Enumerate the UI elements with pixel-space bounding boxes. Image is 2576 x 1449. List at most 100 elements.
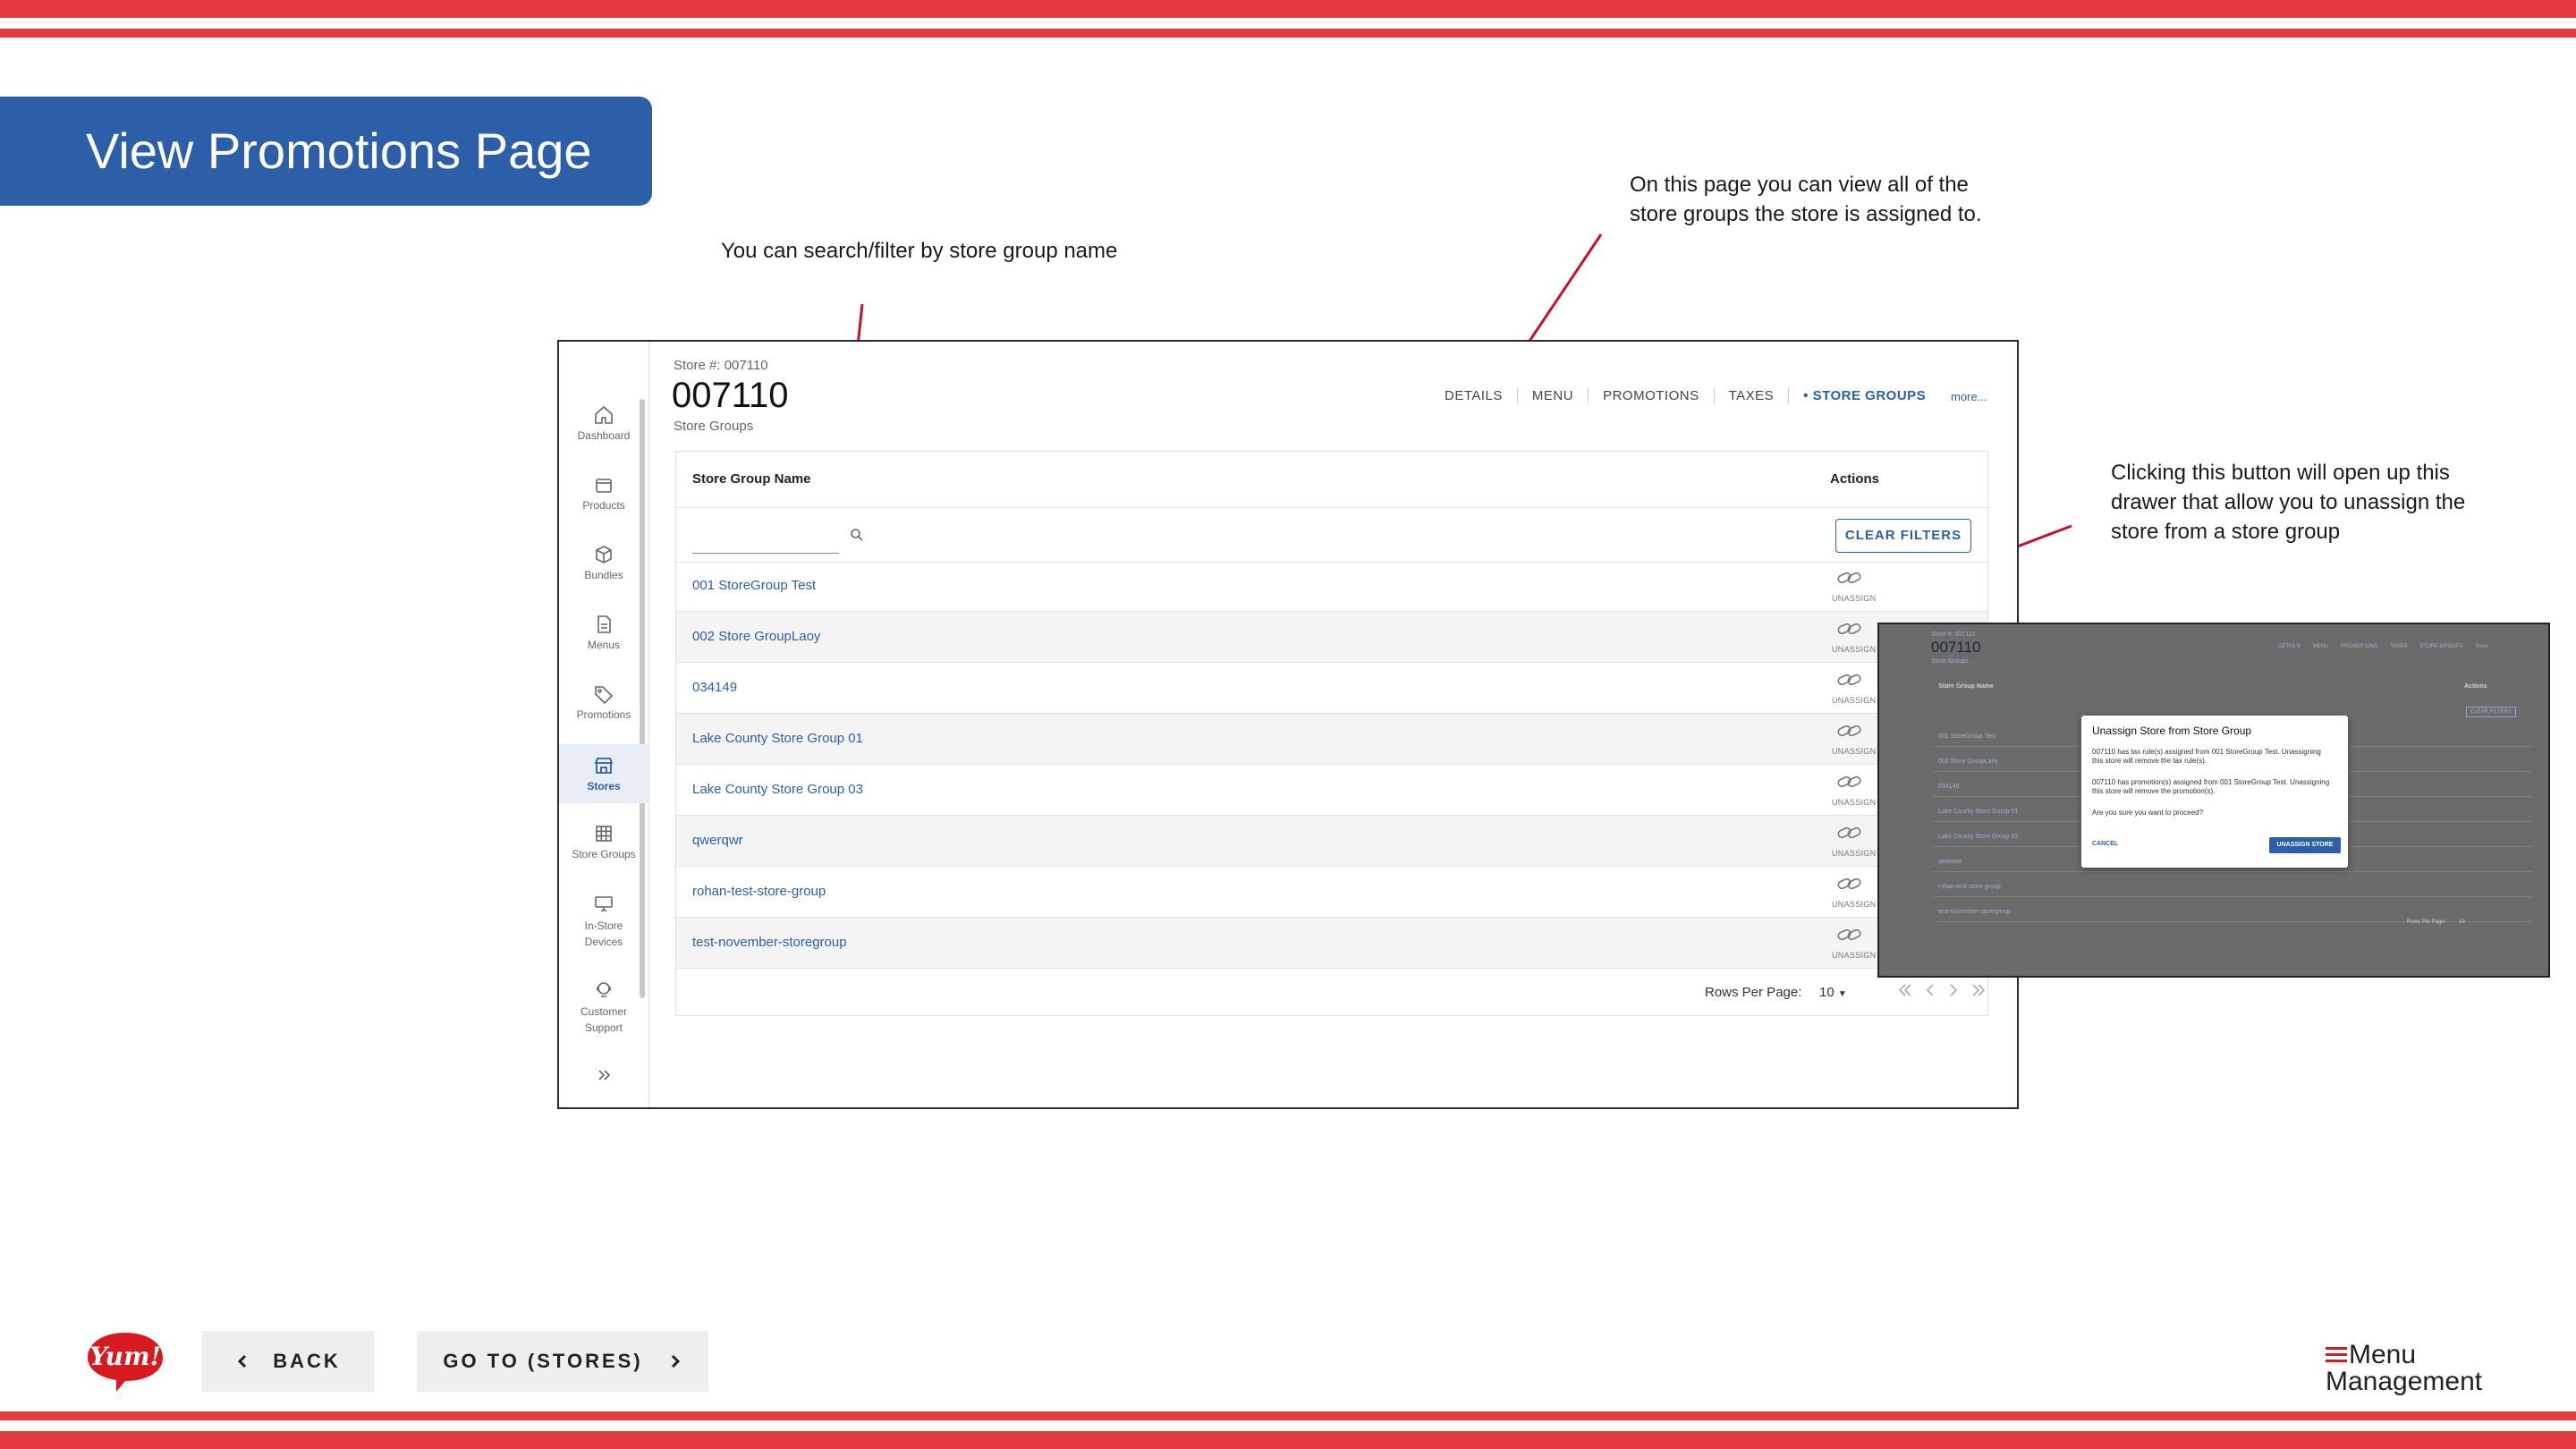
more-tabs-link[interactable]: more... [1951,390,1987,403]
sidebar-item-label: Customer Support [580,1005,627,1034]
store-group-link[interactable]: rohan-test-store-group [692,884,826,899]
modal-row-divider [1933,896,2532,897]
store-tabs: DETAILS MENU PROMOTIONS TAXES • STORE GR… [1430,388,1940,403]
column-header-actions: Actions [1830,471,1880,487]
modal-column-header: Store Group Name [1938,683,1994,690]
go-to-stores-button[interactable]: GO TO (STORES) [417,1331,708,1392]
double-chevron-right-icon [598,1070,611,1080]
sidebar-item-customer-support[interactable]: Customer Support [559,979,648,1036]
go-to-stores-label: GO TO (STORES) [443,1350,643,1372]
table-row: test-november-storegroup UNASSIGN [676,918,1987,969]
store-group-link[interactable]: 001 StoreGroup Test [692,578,816,593]
pagination-nav [1896,981,1987,999]
modal-row-divider [1933,871,2532,872]
store-group-link[interactable]: qwerqwr [692,833,743,848]
unassign-button[interactable]: UNASSIGN [1832,823,1877,858]
unassign-label: UNASSIGN [1832,849,1877,858]
page-title: 007110 [672,376,789,415]
unassign-button[interactable]: UNASSIGN [1832,721,1877,756]
box-icon [596,479,612,493]
last-page-icon[interactable] [1970,981,1987,999]
clear-filters-button[interactable]: CLEAR FILTERS [1835,519,1971,553]
unassign-button[interactable]: UNASSIGN [1832,772,1877,807]
monitor-icon [595,896,613,911]
sidebar-item-menus[interactable]: Menus [559,614,648,651]
dialog-paragraph-2: 007110 has promotion(s) assigned from 00… [2092,778,2330,795]
modal-row-name: 002 Store GroupLaoy [1938,758,1998,765]
sidebar-item-dashboard[interactable]: Dashboard [559,404,648,442]
modal-row-name: qwerqwr [1938,859,1962,865]
menu-management-logo: Menu Management [2326,1342,2482,1395]
back-button-label: BACK [273,1350,341,1372]
dialog-title: Unassign Store from Store Group [2092,724,2252,737]
store-group-link[interactable]: test-november-storegroup [692,935,847,950]
tag-icon [595,686,614,705]
next-page-icon[interactable] [1946,981,1961,999]
modal-tab: TAXES [2390,644,2408,649]
column-header-store-group-name: Store Group Name [692,471,811,487]
tab-details[interactable]: DETAILS [1430,388,1518,403]
grid-icon [596,826,612,842]
sidebar-item-store-groups[interactable]: Store Groups [559,823,648,860]
store-number-label: Store #: 007110 [674,358,768,373]
unassign-label: UNASSIGN [1832,747,1877,756]
chevron-right-icon [671,1354,680,1368]
storefront-icon [594,758,614,774]
sidebar-item-in-store-devices[interactable]: In-Store Devices [559,893,648,950]
store-group-name-filter-input[interactable] [692,533,839,554]
store-group-link[interactable]: 034149 [692,680,737,695]
unassign-button[interactable]: UNASSIGN [1832,925,1876,960]
modal-store-num: Store #: 007110 [1931,631,1976,638]
sidebar-item-label: Menus [587,639,621,651]
store-group-link[interactable]: 002 Store GroupLaoy [692,629,820,644]
sidebar-item-label: Bundles [584,569,623,581]
store-group-link[interactable]: Lake County Store Group 01 [692,731,863,746]
unassign-button[interactable]: UNASSIGN [1832,670,1876,705]
link-icon [1837,826,1861,839]
sidebar-item-promotions[interactable]: Promotions [559,683,648,721]
store-group-link[interactable]: Lake County Store Group 03 [692,782,863,797]
unassign-label: UNASSIGN [1832,594,1877,603]
modal-actions-header: Actions [2464,683,2487,690]
pagination: Rows Per Page: 10 ▼ [676,969,1987,1013]
table-row: Lake County Store Group 03 UNASSIGN [676,765,1987,816]
link-icon [1837,877,1861,890]
unassign-button[interactable]: UNASSIGN [1832,619,1876,654]
sidebar-item-label: Store Groups [572,848,636,860]
document-icon [597,615,611,633]
sidebar-item-label: Products [582,499,625,512]
chevron-left-icon [238,1354,247,1368]
cube-icon [596,546,612,564]
tab-taxes[interactable]: TAXES [1715,388,1790,403]
modal-row-name: Lake County Store Group 03 [1938,834,2019,840]
filter-row: CLEAR FILTERS [676,507,1987,563]
unassign-button[interactable]: UNASSIGN [1832,874,1876,909]
sidebar-item-bundles[interactable]: Bundles [559,544,648,581]
store-groups-table: Store Group Name Actions CLEAR FILTERS 0… [675,451,1988,1016]
first-page-icon[interactable] [1896,981,1914,999]
dialog-cancel-button[interactable]: CANCEL [2092,841,2118,847]
logo-line-1: Menu [2349,1340,2417,1369]
active-tab-dot: • [1803,388,1813,403]
previous-page-icon[interactable] [1923,981,1937,999]
unassign-button[interactable]: UNASSIGN [1832,568,1877,603]
modal-subtitle: Store Groups [1931,658,1969,665]
back-button[interactable]: BACK [202,1331,374,1392]
search-icon[interactable] [850,528,864,542]
sidebar-item-products[interactable]: Products [559,474,648,512]
modal-store-title: 007110 [1931,639,1981,656]
tab-promotions[interactable]: PROMOTIONS [1589,388,1715,403]
modal-row-name: 001 StoreGroup Test [1938,733,1996,740]
table-row: 001 StoreGroup Test UNASSIGN [676,561,1987,612]
tab-menu[interactable]: MENU [1518,388,1589,403]
dialog-unassign-store-button[interactable]: UNASSIGN STORE [2269,837,2341,853]
modal-tabs: DETAILS MENU PROMOTIONS TAXES STORE GROU… [2278,644,2487,649]
tab-store-groups[interactable]: • STORE GROUPS [1789,388,1940,403]
tab-store-groups-label: STORE GROUPS [1812,388,1927,403]
unassign-label: UNASSIGN [1832,798,1877,807]
table-row: 002 Store GroupLaoy UNASSIGN [676,612,1987,663]
sidebar-item-stores[interactable]: Stores [559,744,648,803]
rows-per-page-select[interactable]: 10 ▼ [1819,985,1847,1000]
rows-per-page-label: Rows Per Page: [1705,985,1802,1000]
sidebar-expand-button[interactable] [559,1066,648,1089]
